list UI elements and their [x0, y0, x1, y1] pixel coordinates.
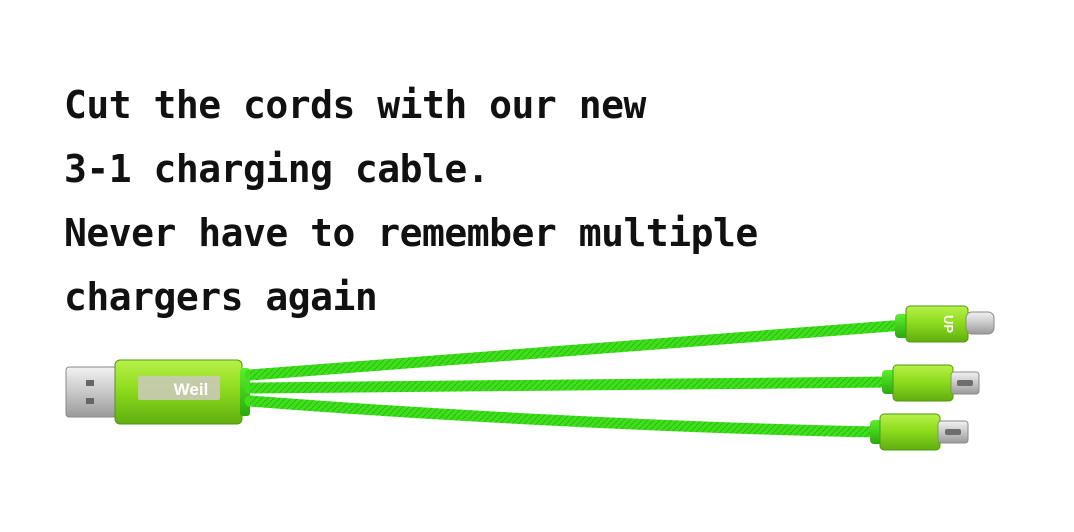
ad-banner: Cut the cords with our new 3-1 charging …	[0, 0, 1074, 532]
usb-logo-text: Weil	[174, 380, 209, 399]
usb-a-plug	[65, 366, 119, 418]
micro-usb-connector-1	[882, 364, 980, 402]
cables	[244, 319, 911, 438]
lightning-logo-text: UP	[941, 315, 956, 333]
usb-housing: Weil	[114, 359, 250, 425]
micro-usb-connector-2	[870, 413, 969, 451]
charging-cable-image: Weil UP	[65, 305, 995, 451]
lightning-connector: UP	[895, 305, 995, 343]
